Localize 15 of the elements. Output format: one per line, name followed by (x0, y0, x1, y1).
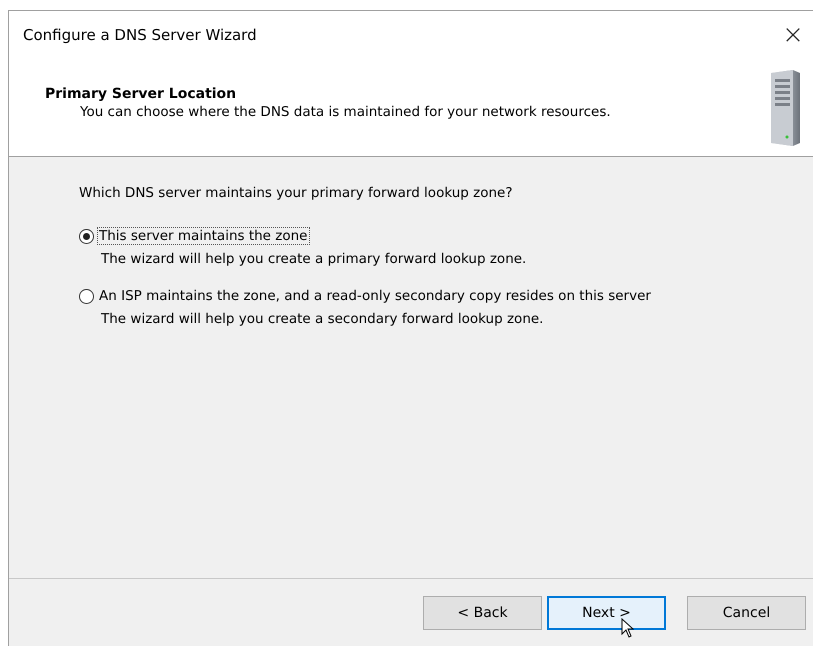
option-description: The wizard will help you create a secondary forward lookup zone. (100, 311, 544, 327)
wizard-button[interactable]: Cancel (687, 596, 806, 630)
wizard-button[interactable]: Next > (547, 596, 666, 630)
option-label[interactable]: An ISP maintains the zone, and a read-only secondary copy resides on this server (97, 287, 653, 305)
radio-button[interactable] (79, 228, 94, 244)
window-title: Configure a DNS Server Wizard (23, 26, 257, 44)
mouse-pointer-icon (621, 618, 635, 638)
radio-button[interactable] (79, 288, 94, 304)
option-label[interactable]: This server maintains the zone (97, 227, 310, 245)
close-button[interactable]: × (773, 15, 813, 55)
question-text: Which DNS server maintains your primary forward lookup zone? (79, 185, 514, 201)
page-subtitle: You can choose where the DNS data is maintained for your network resources. (79, 104, 611, 120)
option-description: The wizard will help you create a primary forward lookup zone. (100, 251, 528, 267)
wizard-button[interactable]: < Back (423, 596, 542, 630)
page-title: Primary Server Location (45, 86, 238, 102)
